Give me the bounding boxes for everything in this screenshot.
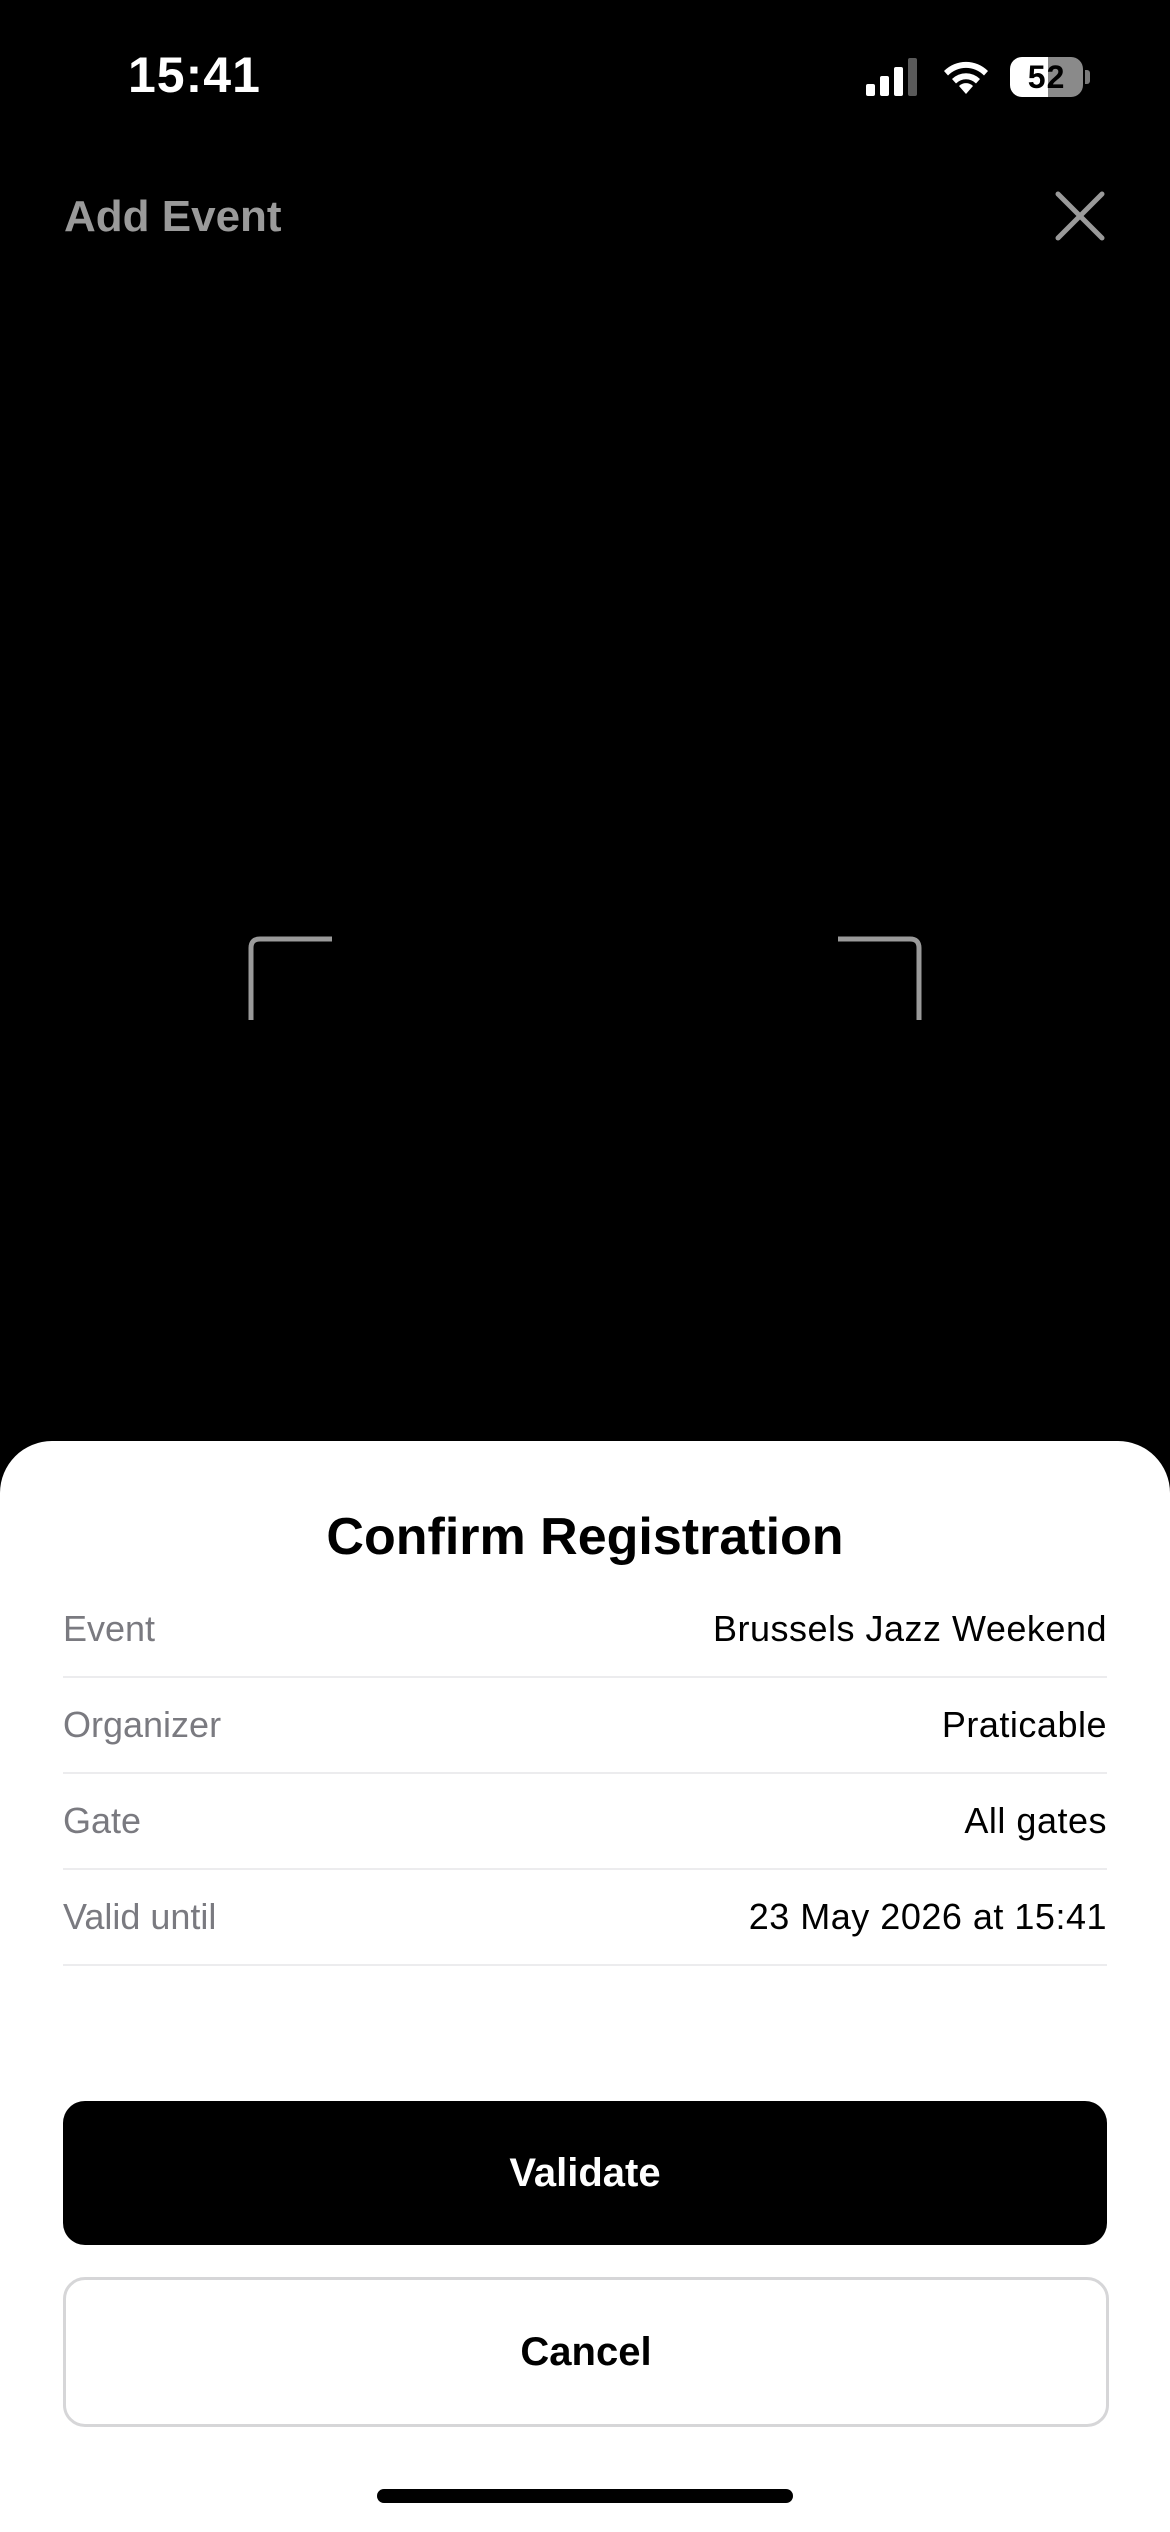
detail-row-gate: Gate All gates	[63, 1774, 1107, 1870]
close-icon	[1055, 191, 1105, 241]
close-button[interactable]	[1052, 188, 1108, 244]
battery-level: 52	[1010, 57, 1084, 97]
scan-frame-top-left-corner	[248, 936, 332, 1020]
detail-label: Event	[63, 1608, 156, 1649]
detail-row-event: Event Brussels Jazz Weekend	[63, 1582, 1107, 1678]
detail-value: All gates	[964, 1800, 1107, 1841]
registration-details: Event Brussels Jazz Weekend Organizer Pr…	[63, 1582, 1107, 1966]
detail-value: Praticable	[941, 1704, 1107, 1745]
detail-row-valid-until: Valid until 23 May 2026 at 15:41	[63, 1870, 1107, 1966]
screen: 15:41 52 Add Event Confirm Registration …	[0, 0, 1170, 2532]
cellular-signal-icon	[866, 58, 917, 96]
battery-icon: 52	[1010, 57, 1090, 97]
detail-row-organizer: Organizer Praticable	[63, 1678, 1107, 1774]
sheet-title: Confirm Registration	[326, 1508, 844, 1566]
detail-value: Brussels Jazz Weekend	[712, 1608, 1107, 1649]
cancel-button[interactable]: Cancel	[63, 2277, 1109, 2427]
detail-label: Valid until	[63, 1896, 217, 1937]
detail-label: Organizer	[63, 1704, 222, 1745]
battery-tip	[1085, 70, 1090, 84]
confirm-registration-sheet: Confirm Registration Event Brussels Jazz…	[0, 1441, 1170, 2532]
detail-value: 23 May 2026 at 15:41	[748, 1896, 1107, 1937]
validate-button[interactable]: Validate	[63, 2101, 1107, 2245]
status-icons: 52	[866, 56, 1090, 98]
page-title: Add Event	[64, 192, 282, 241]
wifi-icon	[944, 61, 988, 94]
home-indicator[interactable]	[377, 2489, 793, 2503]
status-time: 15:41	[128, 47, 261, 103]
detail-label: Gate	[63, 1800, 142, 1841]
scan-frame-top-right-corner	[838, 936, 922, 1020]
